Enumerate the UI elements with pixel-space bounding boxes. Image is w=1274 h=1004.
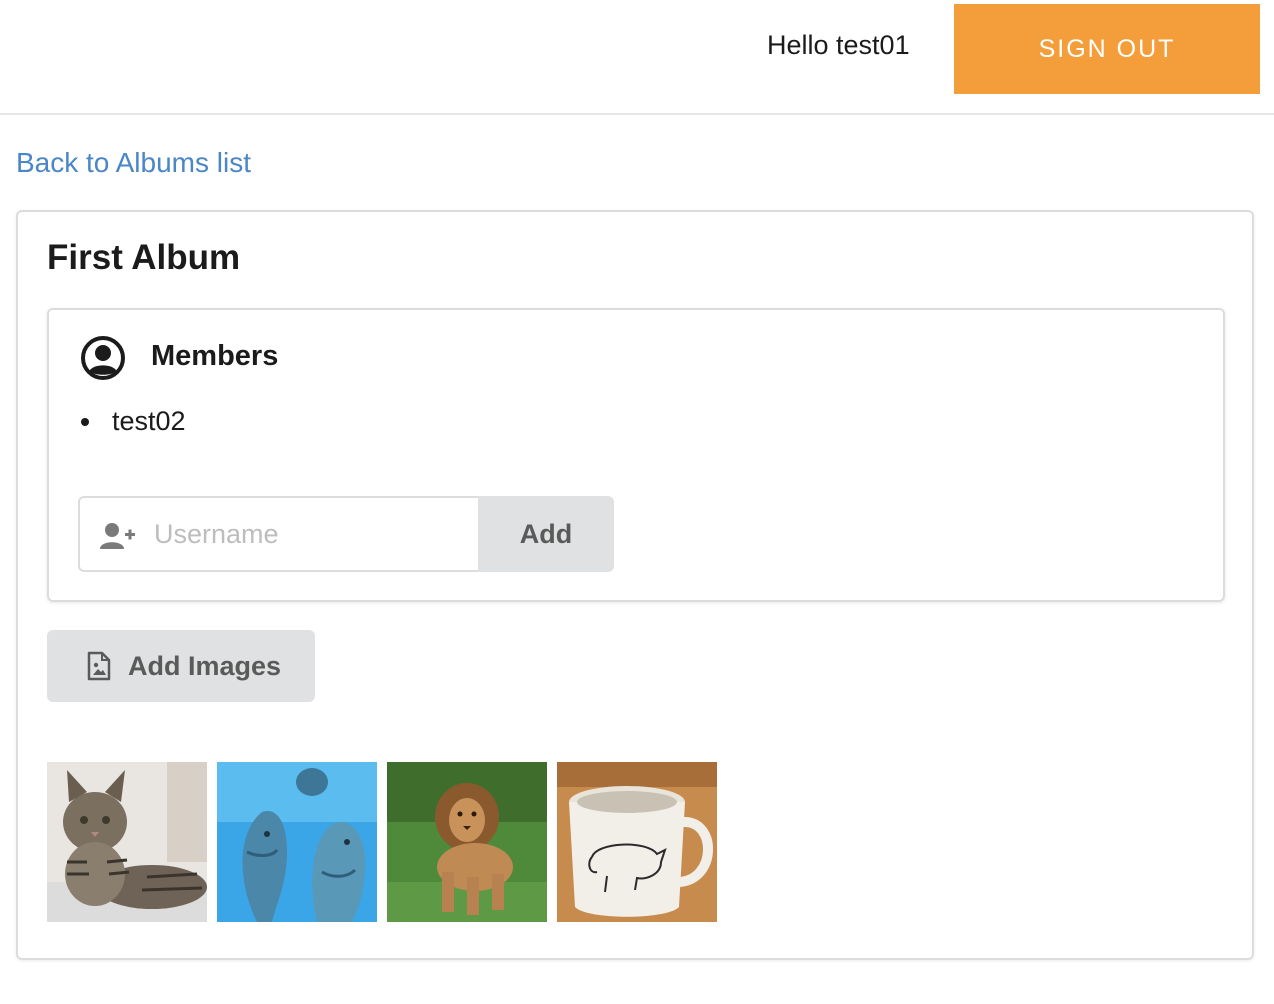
user-plus-icon	[100, 523, 135, 549]
add-images-button[interactable]: Add Images	[47, 630, 315, 702]
members-panel: Members test02 Add	[47, 308, 1225, 602]
image-gallery	[47, 762, 717, 922]
file-image-icon	[87, 651, 111, 681]
album-card: First Album Members test02 Username Add …	[16, 210, 1254, 960]
mug-thumbnail[interactable]	[557, 762, 717, 922]
member-list: test02	[79, 406, 186, 437]
add-member-button[interactable]: Add	[478, 496, 614, 572]
album-title: First Album	[47, 238, 241, 277]
username-input[interactable]	[154, 498, 474, 570]
sign-out-button[interactable]: SIGN OUT	[954, 4, 1260, 94]
members-title: Members	[151, 340, 279, 372]
top-bar: Hello test01 SIGN OUT	[0, 0, 1274, 115]
add-member-form: Add	[78, 496, 614, 572]
lion-thumbnail[interactable]	[387, 762, 547, 922]
greeting-text: Hello test01	[767, 30, 910, 60]
add-images-label: Add Images	[128, 650, 282, 681]
back-to-albums-link[interactable]: Back to Albums list	[16, 147, 251, 179]
member-list-item: test02	[79, 406, 186, 437]
bullet-icon	[81, 417, 89, 426]
dolphins-thumbnail[interactable]	[217, 762, 377, 922]
username-field-wrapper	[78, 496, 478, 572]
cat-thumbnail[interactable]	[47, 762, 207, 922]
user-circle-icon	[81, 336, 125, 380]
member-username: test02	[112, 406, 186, 436]
